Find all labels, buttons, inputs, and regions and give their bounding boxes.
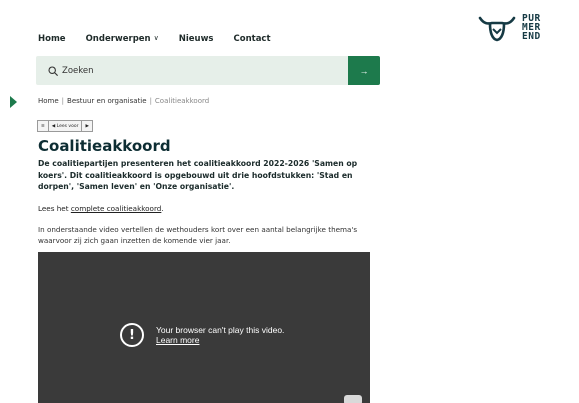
video-player[interactable]: ! Your browser can't play this video. Le… xyxy=(38,252,370,403)
menu-icon[interactable]: ≡ xyxy=(38,121,49,131)
chevron-down-icon: ∨ xyxy=(153,34,159,42)
search-icon xyxy=(48,65,58,76)
nav-nieuws-label: Nieuws xyxy=(178,34,214,44)
breadcrumb-current: Coalitieakkoord xyxy=(154,97,210,105)
breadcrumb: Home | Bestuur en organisatie | Coalitie… xyxy=(38,97,209,105)
video-error: ! Your browser can't play this video. Le… xyxy=(120,323,284,347)
nav-contact[interactable]: Contact xyxy=(234,34,271,44)
nav-nieuws[interactable]: Nieuws xyxy=(179,34,214,44)
play-icon[interactable]: ▶ xyxy=(82,121,91,131)
nav-home[interactable]: Home xyxy=(38,34,66,44)
breadcrumb-separator: | xyxy=(61,97,65,105)
youtube-icon[interactable] xyxy=(344,395,362,403)
breadcrumb-bestuur[interactable]: Bestuur en organisatie xyxy=(67,97,147,105)
nav-onderwerpen[interactable]: Onderwerpen ∨ xyxy=(86,34,159,44)
video-error-text: Your browser can't play this video. Lear… xyxy=(156,325,284,345)
breadcrumb-home[interactable]: Home xyxy=(38,97,59,105)
video-error-message: Your browser can't play this video. xyxy=(156,325,285,335)
read-aloud-button[interactable]: ◀ Lees voor xyxy=(49,121,83,131)
read-link-suffix: . xyxy=(161,204,164,213)
arrow-right-icon: → xyxy=(359,65,369,76)
search-input[interactable] xyxy=(62,65,342,76)
intro-text: De coalitiepartijen presenteren het coal… xyxy=(38,159,358,191)
complete-coalitieakkoord-link[interactable]: complete coalitieakkoord xyxy=(71,204,162,213)
section-marker-icon xyxy=(10,96,17,108)
video-description: In onderstaande video vertellen de wetho… xyxy=(38,225,358,245)
purmerend-logo[interactable]: PUR MER END xyxy=(478,12,541,42)
main-nav: Home Onderwerpen ∨ Nieuws Contact xyxy=(38,34,271,44)
page: Home Onderwerpen ∨ Nieuws Contact PUR ME… xyxy=(0,0,579,403)
search-submit-button[interactable]: → xyxy=(348,56,380,85)
read-link-paragraph: Lees het complete coalitieakkoord. xyxy=(38,204,164,213)
alert-icon: ! xyxy=(120,323,144,347)
nav-home-label: Home xyxy=(38,34,66,44)
read-aloud-widget: ≡ ◀ Lees voor ▶ xyxy=(37,120,93,132)
logo-line-3: END xyxy=(522,30,541,42)
search-bar: → xyxy=(36,56,380,85)
nav-onderwerpen-label: Onderwerpen xyxy=(85,34,151,44)
page-title: Coalitieakkoord xyxy=(38,137,171,155)
logo-wordmark: PUR MER END xyxy=(522,13,541,42)
learn-more-link[interactable]: Learn more xyxy=(156,335,284,345)
cow-head-icon xyxy=(478,16,516,42)
nav-contact-label: Contact xyxy=(233,34,271,44)
read-link-prefix: Lees het xyxy=(38,204,71,213)
breadcrumb-separator: | xyxy=(149,97,152,105)
